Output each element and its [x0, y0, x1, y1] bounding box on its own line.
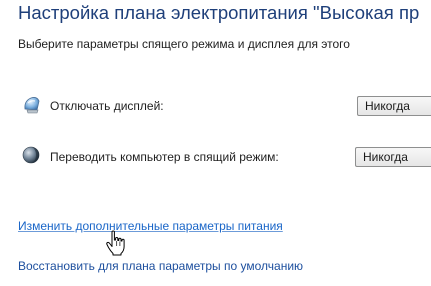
sleep-moon-icon [22, 146, 40, 164]
restore-defaults-link[interactable]: Восстановить для плана параметры по умол… [18, 259, 303, 273]
sleep-label: Переводить компьютер в спящий режим: [50, 150, 279, 164]
hand-pointer-icon [106, 230, 125, 256]
page-subtitle: Выберите параметры спящего режима и дисп… [18, 37, 350, 51]
turn-off-display-label: Отключать дисплей: [50, 99, 164, 113]
sleep-select[interactable]: Никогда [355, 147, 431, 167]
change-advanced-settings-link[interactable]: Изменить дополнительные параметры питани… [18, 219, 283, 233]
turn-off-display-select[interactable]: Никогда [357, 96, 431, 116]
page-title: Настройка плана электропитания "Высокая … [18, 2, 420, 23]
display-power-icon [24, 97, 40, 114]
